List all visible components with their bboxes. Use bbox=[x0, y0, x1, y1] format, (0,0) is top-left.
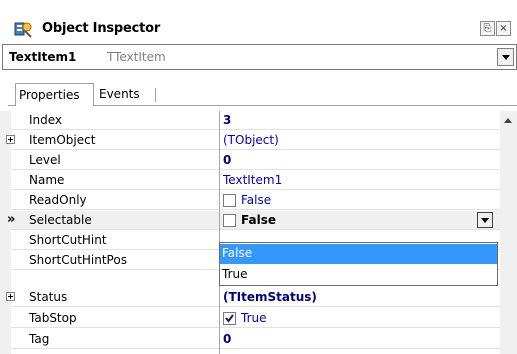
window-title: Object Inspector bbox=[42, 21, 161, 36]
property-value: True bbox=[241, 311, 267, 325]
property-name: Level bbox=[29, 153, 61, 167]
chevron-down-icon bbox=[502, 55, 510, 60]
checkbox[interactable] bbox=[223, 194, 236, 207]
column-divider[interactable] bbox=[219, 111, 220, 354]
component-name: TextItem1 bbox=[9, 50, 77, 64]
property-value[interactable]: TextItem1 bbox=[223, 173, 282, 187]
vertical-scrollbar[interactable] bbox=[500, 111, 517, 354]
property-value: False bbox=[241, 193, 272, 207]
component-selector[interactable]: TextItem1 TTextItem bbox=[2, 44, 517, 70]
property-name: ItemObject bbox=[29, 133, 96, 147]
property-row-name[interactable]: Name TextItem1 bbox=[11, 171, 500, 190]
close-button[interactable]: × bbox=[496, 21, 511, 36]
tab-properties[interactable]: Properties bbox=[15, 83, 94, 106]
current-row-marker: » bbox=[7, 212, 16, 227]
checkbox-checked[interactable] bbox=[223, 312, 236, 325]
property-name: ShortCutHintPos bbox=[29, 253, 127, 267]
checkbox[interactable] bbox=[223, 214, 236, 227]
chevron-down-icon bbox=[481, 218, 489, 223]
expand-icon[interactable] bbox=[6, 135, 15, 144]
pin-button[interactable]: ⎘ bbox=[480, 21, 495, 36]
property-grid: Index 3 ItemObject (TObject) Level 0 Nam… bbox=[0, 111, 517, 354]
property-value[interactable]: 3 bbox=[223, 113, 231, 127]
dropdown-option-false[interactable]: False bbox=[220, 244, 497, 264]
inspector-tabs: Properties Events bbox=[0, 73, 517, 109]
property-value: False bbox=[241, 213, 276, 227]
component-dropdown-button[interactable] bbox=[497, 48, 514, 66]
value-dropdown-button[interactable] bbox=[477, 212, 493, 228]
property-value[interactable]: (TItemStatus) bbox=[223, 290, 317, 304]
property-value[interactable]: (TObject) bbox=[223, 133, 279, 147]
property-name: Tag bbox=[29, 332, 50, 346]
tab-events[interactable]: Events bbox=[96, 83, 152, 106]
property-row-status[interactable]: Status (TItemStatus) bbox=[6, 288, 500, 307]
property-value[interactable]: 0 bbox=[223, 332, 231, 346]
dropdown-option-true[interactable]: True bbox=[220, 265, 497, 285]
property-row-itemobject[interactable]: ItemObject (TObject) bbox=[6, 131, 500, 150]
tab-separator bbox=[155, 88, 156, 102]
property-name: TabStop bbox=[29, 311, 77, 325]
component-type: TTextItem bbox=[107, 50, 166, 64]
property-row-readonly[interactable]: ReadOnly False bbox=[11, 191, 500, 210]
property-name: Name bbox=[29, 173, 65, 187]
property-name: Index bbox=[29, 113, 63, 127]
property-name: ShortCutHint bbox=[29, 233, 107, 247]
property-value[interactable]: 0 bbox=[223, 153, 231, 167]
property-name: ReadOnly bbox=[29, 193, 87, 207]
property-name: Selectable bbox=[29, 213, 92, 227]
expand-icon[interactable] bbox=[6, 292, 15, 301]
checkmark-icon bbox=[225, 314, 234, 323]
property-row-selectable[interactable]: » Selectable False bbox=[7, 211, 500, 230]
property-name: Status bbox=[29, 290, 68, 304]
value-dropdown-list[interactable]: False True bbox=[219, 242, 498, 286]
grid-gutter bbox=[0, 111, 11, 354]
title-bar: Object Inspector ⎘ × bbox=[0, 15, 517, 42]
property-row-tag[interactable]: Tag 0 bbox=[11, 330, 500, 349]
property-row-index[interactable]: Index 3 bbox=[11, 111, 500, 130]
property-row-tabstop[interactable]: TabStop True bbox=[11, 309, 500, 328]
scroll-up-icon[interactable] bbox=[504, 118, 512, 123]
object-inspector-icon bbox=[14, 22, 32, 38]
property-row-level[interactable]: Level 0 bbox=[11, 151, 500, 170]
